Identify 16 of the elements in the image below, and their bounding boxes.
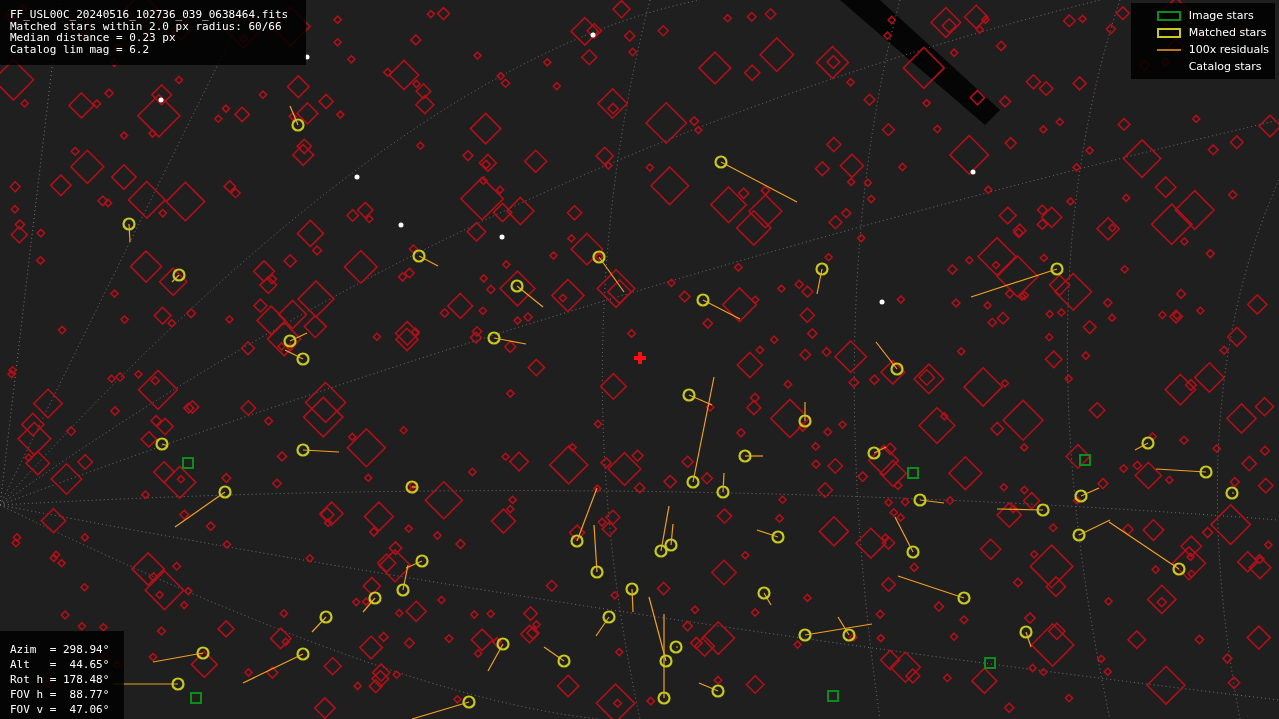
center-cross-icon — [634, 352, 646, 364]
legend-marker-icon — [1156, 27, 1181, 38]
pointing-info-line: Rot h = 178.48° — [10, 672, 110, 687]
file-info-line: Median distance = 0.23 px — [10, 32, 176, 44]
legend-label: 100x residuals — [1188, 43, 1269, 56]
pointing-info-line: Azim = 298.94° — [10, 642, 110, 657]
pointing-info-line: Alt = 44.65° — [10, 657, 110, 672]
legend-label: Image stars — [1188, 9, 1254, 22]
file-info-line: Catalog lim mag = 6.2 — [10, 43, 150, 55]
legend-label: Catalog stars — [1188, 60, 1262, 73]
file-info-line: FF_USL00C_20240516_102736_039_0638464.fits — [10, 9, 289, 21]
legend-label: Matched stars — [1188, 26, 1267, 39]
pointing-info-line: FOV v = 47.06° — [10, 702, 110, 717]
file-info-line: Matched stars within 2.0 px radius: 60/66 — [10, 20, 282, 32]
pointing-info-line: FOV h = 88.77° — [10, 687, 110, 702]
legend-marker-icon — [1156, 10, 1181, 21]
